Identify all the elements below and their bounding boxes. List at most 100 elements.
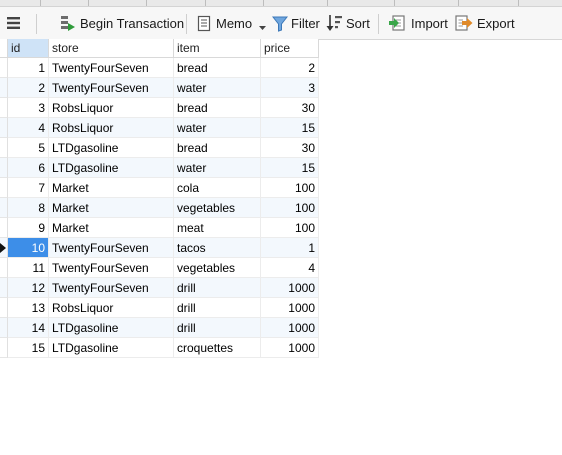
sort-button[interactable]: Sort bbox=[326, 7, 370, 39]
cell-item[interactable]: bread bbox=[174, 58, 261, 78]
cell-id[interactable]: 13 bbox=[8, 298, 49, 318]
cell-store[interactable]: RobsLiquor bbox=[49, 98, 174, 118]
cell-price[interactable]: 15 bbox=[261, 158, 319, 178]
cell-price[interactable]: 100 bbox=[261, 178, 319, 198]
cell-id[interactable]: 5 bbox=[8, 138, 49, 158]
row-indicator[interactable] bbox=[0, 338, 8, 358]
cell-store[interactable]: TwentyFourSeven bbox=[49, 78, 174, 98]
row-indicator[interactable] bbox=[0, 78, 8, 98]
table-row[interactable]: 1 TwentyFourSeven bread 2 bbox=[0, 58, 319, 78]
memo-button[interactable]: Memo bbox=[197, 7, 267, 39]
row-indicator[interactable] bbox=[0, 258, 8, 278]
cell-id[interactable]: 10 bbox=[8, 238, 49, 258]
table-row[interactable]: 2 TwentyFourSeven water 3 bbox=[0, 78, 319, 98]
export-button[interactable]: Export bbox=[455, 7, 515, 39]
column-header-store[interactable]: store bbox=[49, 39, 174, 58]
table-row[interactable]: 15 LTDgasoline croquettes 1000 bbox=[0, 338, 319, 358]
cell-store[interactable]: RobsLiquor bbox=[49, 298, 174, 318]
cell-id[interactable]: 6 bbox=[8, 158, 49, 178]
cell-id[interactable]: 1 bbox=[8, 58, 49, 78]
column-header-id[interactable]: id bbox=[8, 39, 49, 58]
cell-item[interactable]: croquettes bbox=[174, 338, 261, 358]
cell-item[interactable]: bread bbox=[174, 138, 261, 158]
table-row[interactable]: 7 Market cola 100 bbox=[0, 178, 319, 198]
cell-price[interactable]: 1 bbox=[261, 238, 319, 258]
cell-store[interactable]: LTDgasoline bbox=[49, 158, 174, 178]
row-indicator[interactable] bbox=[0, 318, 8, 338]
cell-item[interactable]: vegetables bbox=[174, 198, 261, 218]
table-row[interactable]: 8 Market vegetables 100 bbox=[0, 198, 319, 218]
table-row[interactable]: 6 LTDgasoline water 15 bbox=[0, 158, 319, 178]
cell-price[interactable]: 30 bbox=[261, 98, 319, 118]
table-row[interactable]: 12 TwentyFourSeven drill 1000 bbox=[0, 278, 319, 298]
row-indicator[interactable] bbox=[0, 118, 8, 138]
row-indicator[interactable] bbox=[0, 198, 8, 218]
row-indicator[interactable] bbox=[0, 138, 8, 158]
row-indicator[interactable] bbox=[0, 238, 8, 258]
cell-id[interactable]: 3 bbox=[8, 98, 49, 118]
cell-store[interactable]: TwentyFourSeven bbox=[49, 238, 174, 258]
cell-price[interactable]: 30 bbox=[261, 138, 319, 158]
cell-item[interactable]: water bbox=[174, 118, 261, 138]
cell-store[interactable]: TwentyFourSeven bbox=[49, 258, 174, 278]
cell-store[interactable]: Market bbox=[49, 218, 174, 238]
table-row[interactable]: 10 TwentyFourSeven tacos 1 bbox=[0, 238, 319, 258]
table-row[interactable]: 4 RobsLiquor water 15 bbox=[0, 118, 319, 138]
cell-price[interactable]: 1000 bbox=[261, 338, 319, 358]
begin-transaction-button[interactable]: Begin Transaction bbox=[58, 7, 184, 39]
cell-store[interactable]: LTDgasoline bbox=[49, 318, 174, 338]
cell-id[interactable]: 4 bbox=[8, 118, 49, 138]
cell-item[interactable]: water bbox=[174, 158, 261, 178]
cell-price[interactable]: 3 bbox=[261, 78, 319, 98]
table-row[interactable]: 13 RobsLiquor drill 1000 bbox=[0, 298, 319, 318]
table-row[interactable]: 9 Market meat 100 bbox=[0, 218, 319, 238]
cell-price[interactable]: 100 bbox=[261, 198, 319, 218]
cell-id[interactable]: 7 bbox=[8, 178, 49, 198]
cell-item[interactable]: cola bbox=[174, 178, 261, 198]
cell-id[interactable]: 15 bbox=[8, 338, 49, 358]
cell-store[interactable]: LTDgasoline bbox=[49, 138, 174, 158]
cell-store[interactable]: Market bbox=[49, 198, 174, 218]
table-row[interactable]: 14 LTDgasoline drill 1000 bbox=[0, 318, 319, 338]
row-indicator[interactable] bbox=[0, 218, 8, 238]
cell-store[interactable]: TwentyFourSeven bbox=[49, 58, 174, 78]
cell-price[interactable]: 100 bbox=[261, 218, 319, 238]
cell-id[interactable]: 14 bbox=[8, 318, 49, 338]
cell-id[interactable]: 2 bbox=[8, 78, 49, 98]
cell-item[interactable]: water bbox=[174, 78, 261, 98]
import-button[interactable]: Import bbox=[389, 7, 448, 39]
row-indicator[interactable] bbox=[0, 58, 8, 78]
table-row[interactable]: 11 TwentyFourSeven vegetables 4 bbox=[0, 258, 319, 278]
row-indicator[interactable] bbox=[0, 278, 8, 298]
row-indicator[interactable] bbox=[0, 298, 8, 318]
row-indicator[interactable] bbox=[0, 158, 8, 178]
cell-item[interactable]: tacos bbox=[174, 238, 261, 258]
cell-store[interactable]: TwentyFourSeven bbox=[49, 278, 174, 298]
cell-store[interactable]: LTDgasoline bbox=[49, 338, 174, 358]
row-indicator[interactable] bbox=[0, 178, 8, 198]
cell-price[interactable]: 2 bbox=[261, 58, 319, 78]
filter-button[interactable]: Filter bbox=[271, 7, 320, 39]
cell-price[interactable]: 1000 bbox=[261, 318, 319, 338]
column-header-item[interactable]: item bbox=[174, 39, 261, 58]
cell-price[interactable]: 1000 bbox=[261, 298, 319, 318]
table-row[interactable]: 3 RobsLiquor bread 30 bbox=[0, 98, 319, 118]
cell-item[interactable]: drill bbox=[174, 298, 261, 318]
dropdown-arrow-icon[interactable] bbox=[258, 20, 267, 30]
column-header-price[interactable]: price bbox=[261, 39, 319, 58]
cell-store[interactable]: Market bbox=[49, 178, 174, 198]
cell-price[interactable]: 4 bbox=[261, 258, 319, 278]
cell-price[interactable]: 1000 bbox=[261, 278, 319, 298]
cell-id[interactable]: 11 bbox=[8, 258, 49, 278]
cell-id[interactable]: 12 bbox=[8, 278, 49, 298]
row-indicator[interactable] bbox=[0, 98, 8, 118]
cell-item[interactable]: drill bbox=[174, 278, 261, 298]
cell-id[interactable]: 8 bbox=[8, 198, 49, 218]
cell-item[interactable]: drill bbox=[174, 318, 261, 338]
cell-item[interactable]: meat bbox=[174, 218, 261, 238]
cell-store[interactable]: RobsLiquor bbox=[49, 118, 174, 138]
menu-button[interactable] bbox=[6, 7, 22, 39]
cell-price[interactable]: 15 bbox=[261, 118, 319, 138]
cell-id[interactable]: 9 bbox=[8, 218, 49, 238]
cell-item[interactable]: bread bbox=[174, 98, 261, 118]
